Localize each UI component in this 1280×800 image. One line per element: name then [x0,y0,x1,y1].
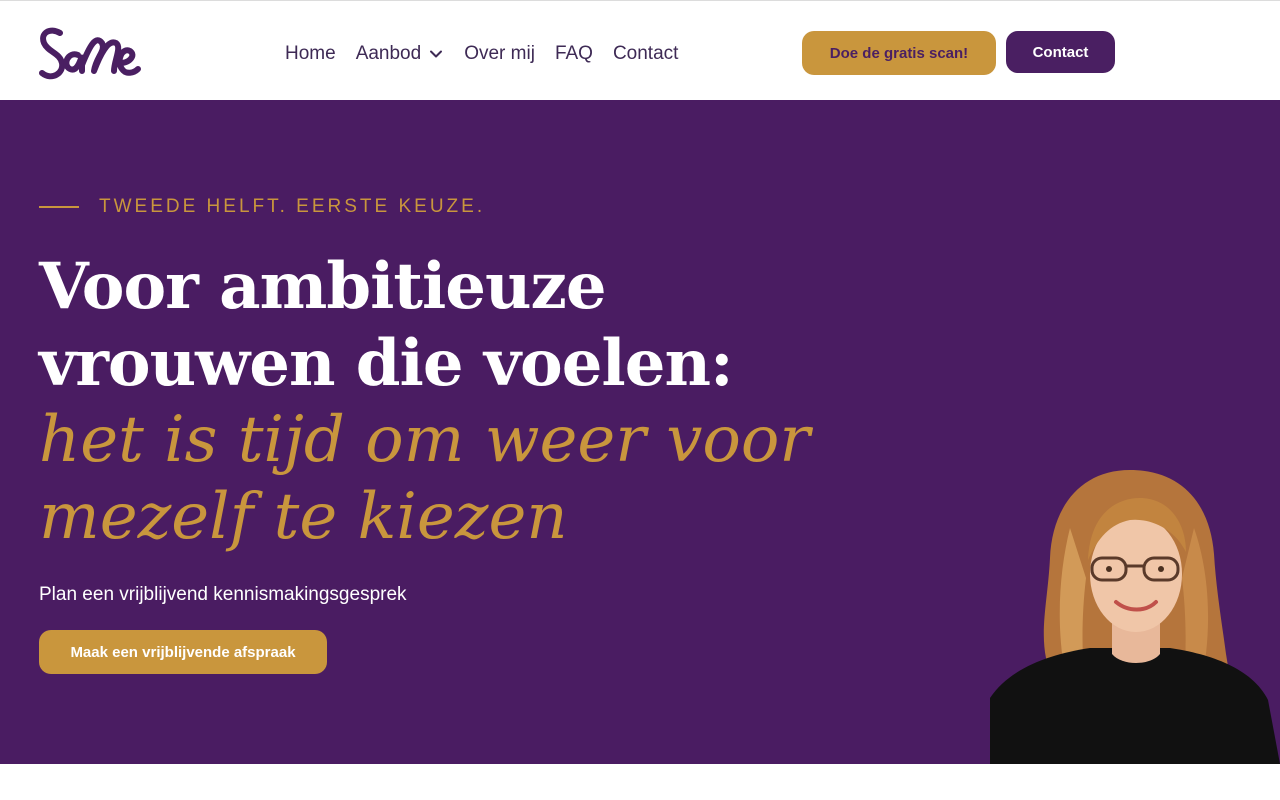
hero-eyebrow: TWEEDE HELFT. EERSTE KEUZE. [39,196,485,218]
hero-subtitle: Plan een vrijblijvend kennismakingsgespr… [39,584,407,605]
main-nav: Home Aanbod Over mij FAQ Contact [285,41,678,67]
nav-item-over-mij[interactable]: Over mij [464,43,535,65]
headline-accent-line-1: het is tijd om weer voor [39,403,810,477]
free-scan-button[interactable]: Doe de gratis scan! [802,31,996,75]
nav-item-label: Contact [612,43,679,64]
nav-item-faq[interactable]: FAQ [555,43,593,65]
hero-section: TWEEDE HELFT. EERSTE KEUZE. Voor ambitie… [0,100,1280,764]
eyebrow-text: TWEEDE HELFT. EERSTE KEUZE. [99,196,486,217]
headline-line-1: Voor ambitieuze [39,249,607,324]
nav-item-label: Aanbod [355,43,422,64]
portrait-photo [990,470,1280,764]
nav-item-home[interactable]: Home [285,43,336,65]
contact-button[interactable]: Contact [1006,31,1115,73]
nav-item-label: Over mij [464,43,535,64]
headline-accent-line-2: mezelf te kiezen [39,480,568,554]
nav-item-contact[interactable]: Contact [613,43,678,65]
chevron-down-icon [430,50,443,58]
nav-item-label: FAQ [554,43,593,64]
brand-logo[interactable] [38,25,142,83]
headline-line-2: vrouwen die voelen: [39,326,734,401]
nav-item-label: Home [285,43,336,64]
book-appointment-button[interactable]: Maak een vrijblijvende afspraak [39,630,327,674]
nav-item-aanbod[interactable]: Aanbod [356,43,445,65]
eyebrow-divider [39,206,79,208]
hero-headline: Voor ambitieuze vrouwen die voelen: het … [39,248,839,556]
site-header: Home Aanbod Over mij FAQ Contact Doe de … [0,1,1280,100]
